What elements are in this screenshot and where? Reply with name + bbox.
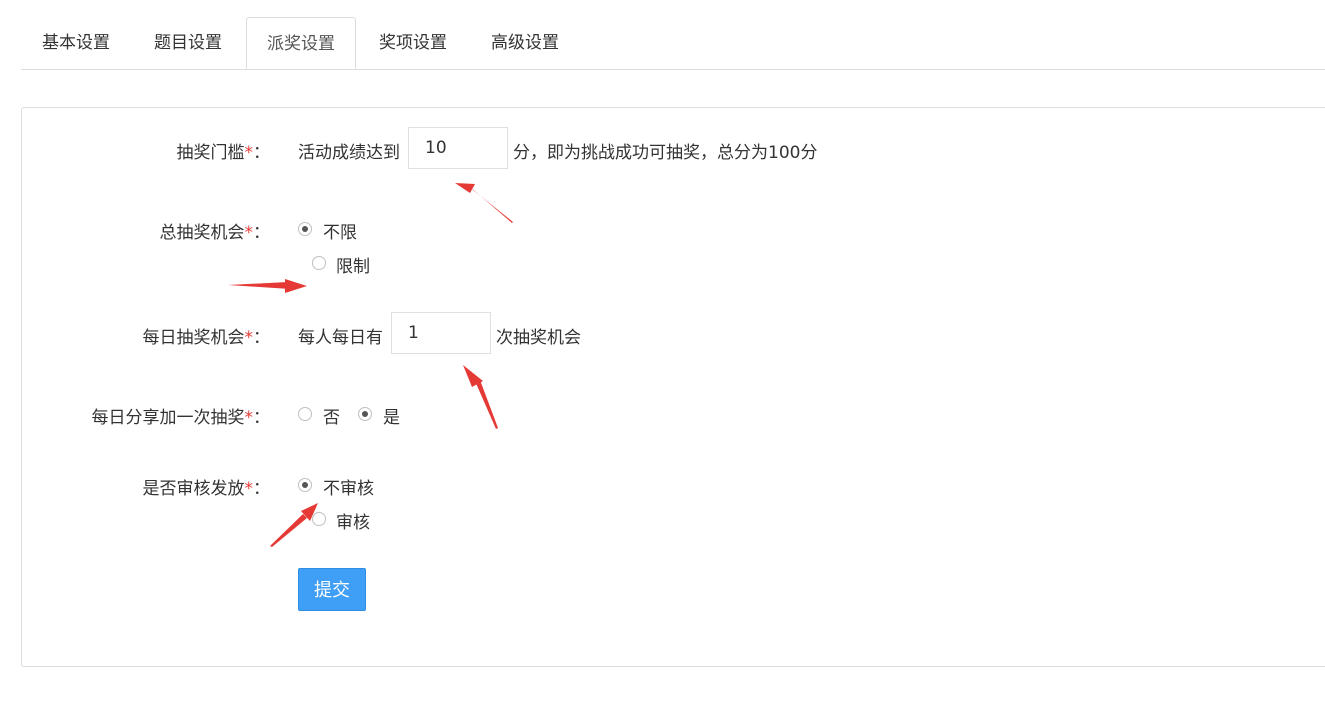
share-bonus-label: 每日分享加一次抽奖*： xyxy=(91,408,271,428)
total-chances-label: 总抽奖机会*： xyxy=(159,223,271,243)
review-none-radio[interactable] xyxy=(298,478,312,492)
tab-questions[interactable]: 题目设置 xyxy=(133,17,243,69)
total-chances-limited-label[interactable]: 限制 xyxy=(336,252,370,277)
review-label: 是否审核发放*： xyxy=(142,479,271,499)
total-chances-unlimited-radio[interactable] xyxy=(298,222,312,236)
tab-basic[interactable]: 基本设置 xyxy=(21,17,131,69)
tab-prize-dispatch[interactable]: 派奖设置 xyxy=(246,17,356,69)
review-required-radio[interactable] xyxy=(312,512,326,526)
required-mark: * xyxy=(244,223,254,243)
share-bonus-no-radio[interactable] xyxy=(298,407,312,421)
threshold-input[interactable] xyxy=(408,127,508,169)
share-bonus-yes-radio[interactable] xyxy=(358,407,372,421)
threshold-prefix: 活动成绩达到 xyxy=(298,143,400,163)
tab-advanced[interactable]: 高级设置 xyxy=(470,17,580,69)
required-mark: * xyxy=(244,328,254,348)
total-chances-limited-radio[interactable] xyxy=(312,256,326,270)
daily-chances-prefix: 每人每日有 xyxy=(298,328,383,348)
required-mark: * xyxy=(244,143,254,163)
threshold-suffix: 分，即为挑战成功可抽奖，总分为100分 xyxy=(513,143,818,163)
review-required-label[interactable]: 审核 xyxy=(336,508,370,533)
tab-awards[interactable]: 奖项设置 xyxy=(358,17,468,69)
total-chances-unlimited-label[interactable]: 不限 xyxy=(323,218,357,243)
settings-tabs: 基本设置 题目设置 派奖设置 奖项设置 高级设置 xyxy=(21,17,1325,70)
share-bonus-yes-label[interactable]: 是 xyxy=(383,403,400,428)
daily-chances-input[interactable] xyxy=(391,312,491,354)
required-mark: * xyxy=(244,408,254,428)
threshold-label: 抽奖门槛*： xyxy=(176,143,271,163)
daily-chances-suffix: 次抽奖机会 xyxy=(496,328,581,348)
required-mark: * xyxy=(244,479,254,499)
review-none-label[interactable]: 不审核 xyxy=(323,474,374,499)
share-bonus-no-label[interactable]: 否 xyxy=(323,403,340,428)
form-panel xyxy=(21,107,1325,667)
submit-button[interactable]: 提交 xyxy=(298,568,366,611)
daily-chances-label: 每日抽奖机会*： xyxy=(142,328,271,348)
